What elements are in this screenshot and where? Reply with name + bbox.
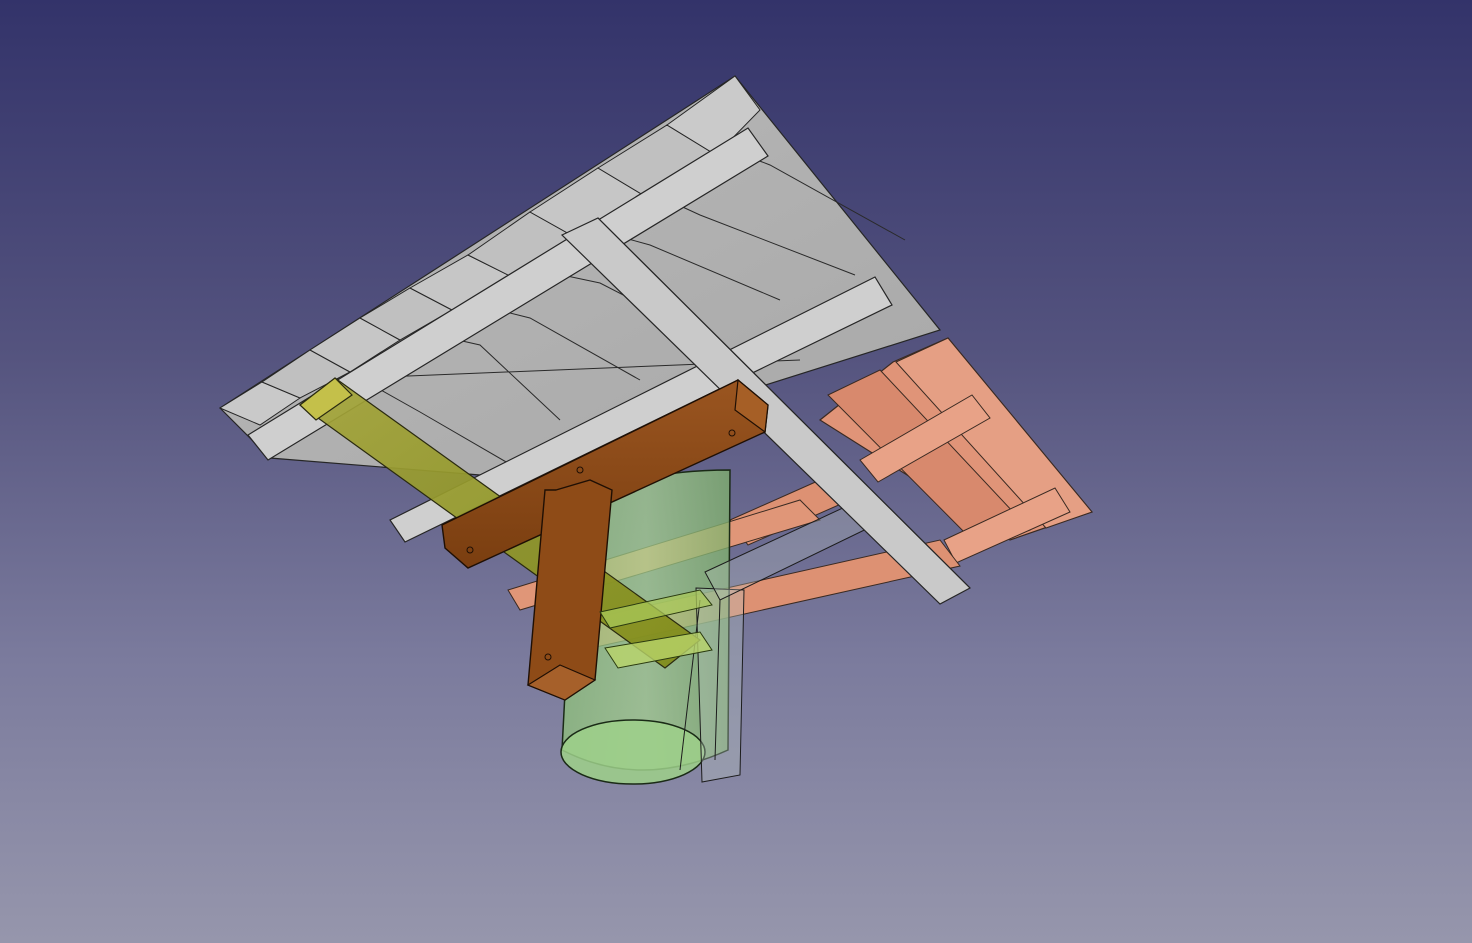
3d-viewport[interactable]	[0, 0, 1472, 943]
cylinder-bottom-cap[interactable]	[560, 719, 706, 785]
model-scene[interactable]	[0, 0, 1472, 943]
channel-vertical-plate[interactable]	[695, 587, 745, 783]
